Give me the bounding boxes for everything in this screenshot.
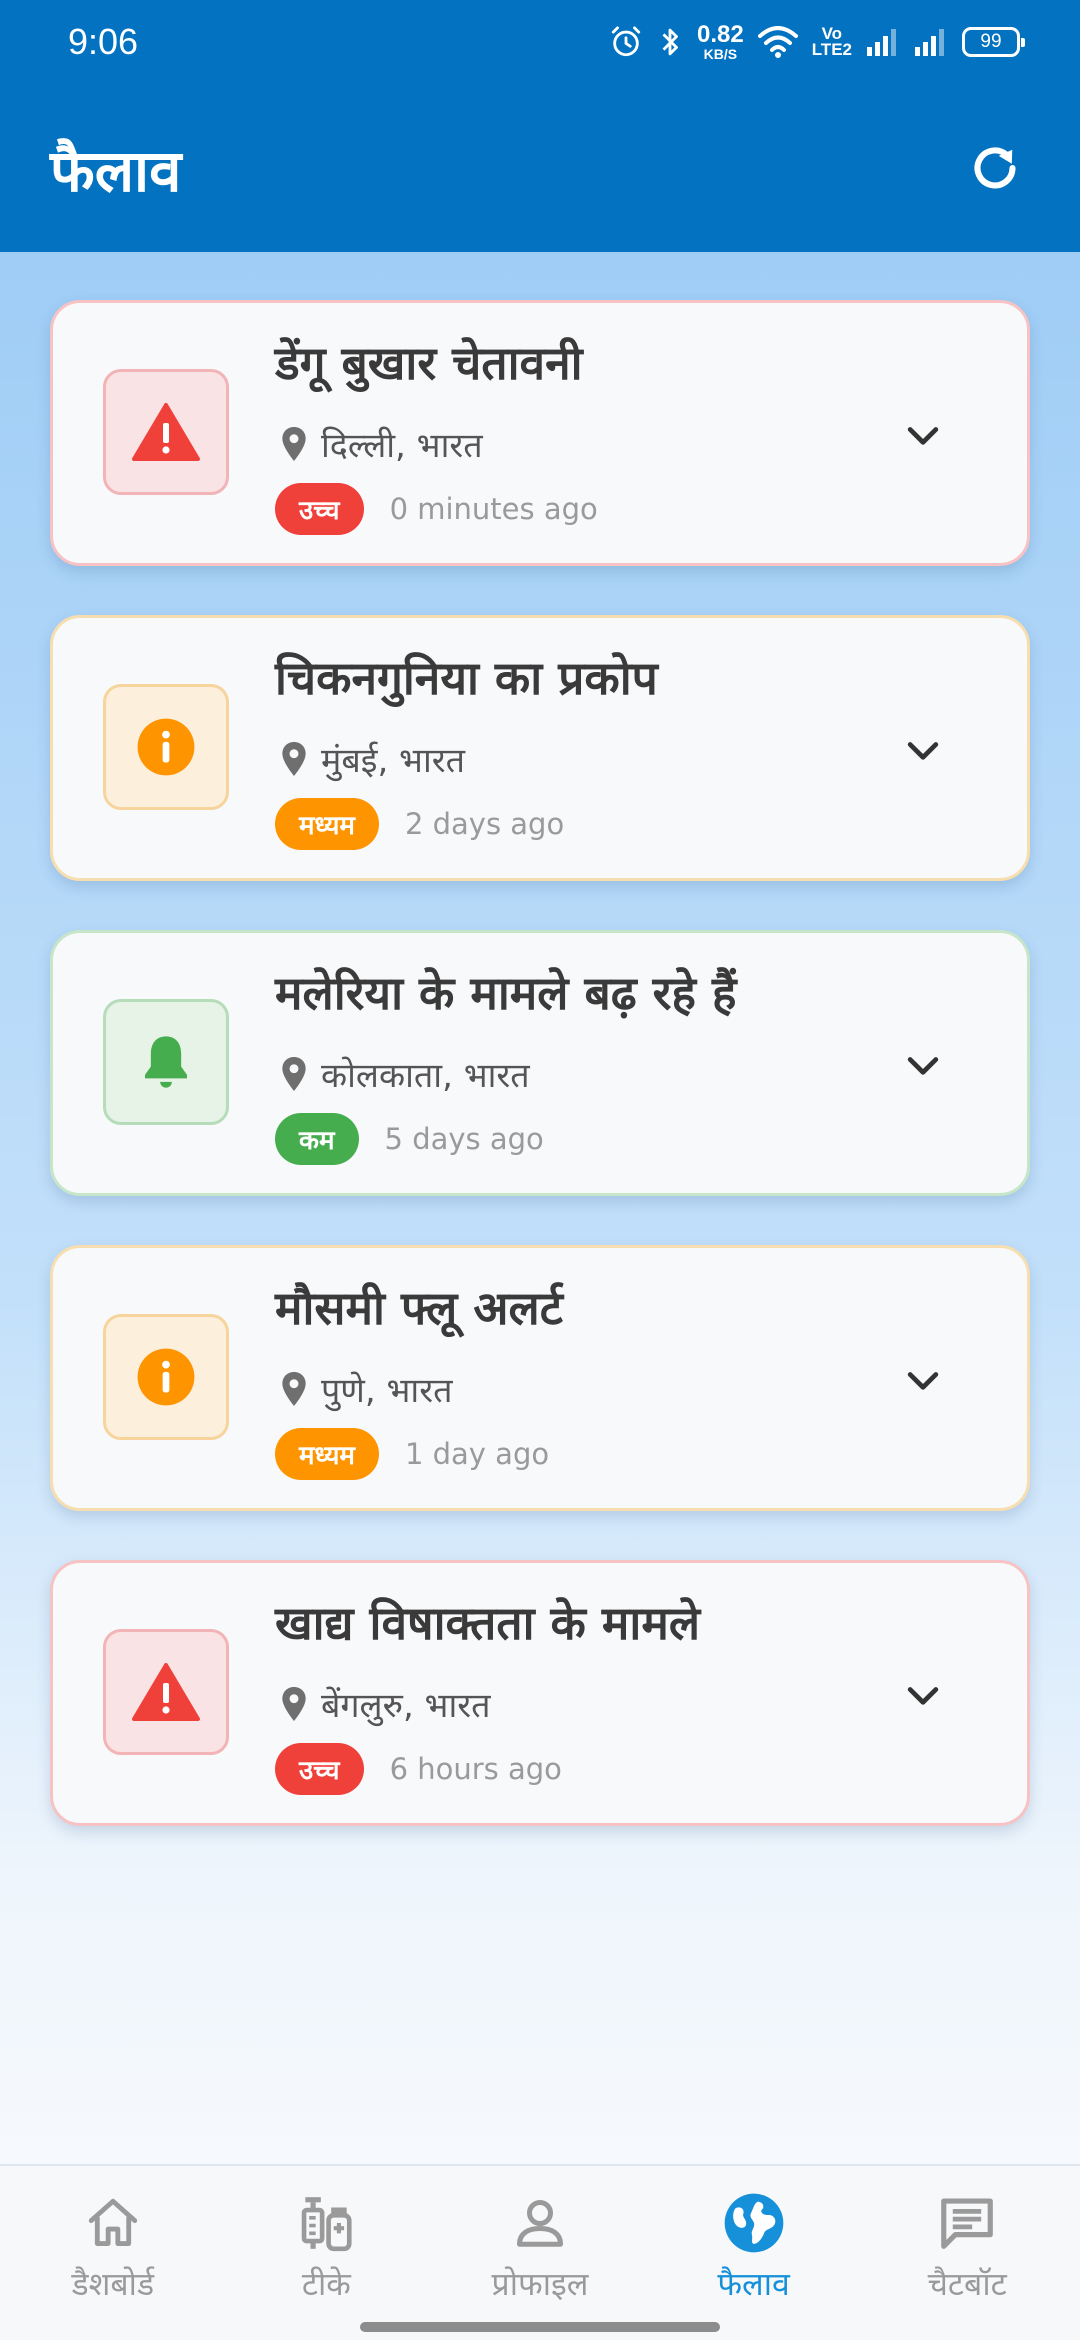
status-icons: 0.82 KB/S Vo LTE2 99	[609, 21, 1025, 62]
bluetooth-icon	[662, 28, 678, 56]
chat-icon	[941, 2198, 994, 2249]
severity-badge: मध्यम	[275, 798, 379, 850]
alert-location: दिल्ली, भारत	[281, 421, 483, 467]
alert-location-text: दिल्ली, भारत	[321, 426, 483, 466]
nav-label: टीके	[301, 2265, 351, 2303]
alert-location: बेंगलुरु, भारत	[281, 1681, 491, 1727]
alert-location-text: पुणे, भारत	[321, 1371, 453, 1411]
status-time: 9:06	[68, 21, 139, 62]
alert-meta: उच्च 6 hours ago	[275, 1743, 562, 1795]
alert-location: मुंबई, भारत	[281, 736, 465, 782]
refresh-icon	[974, 147, 1016, 189]
alert-time: 0 minutes ago	[389, 492, 598, 526]
nav-label: प्रोफाइल	[491, 2265, 589, 2303]
severity-badge: उच्च	[275, 1743, 364, 1795]
nav-label: डैशबोर्ड	[71, 2265, 155, 2303]
alert-location-text: मुंबई, भारत	[321, 741, 466, 781]
bell-icon	[145, 1036, 187, 1088]
location-pin-icon	[282, 742, 306, 776]
signal-icon-sim2	[915, 29, 944, 56]
alert-icon-box	[103, 1629, 229, 1755]
severity-badge: उच्च	[275, 483, 364, 535]
alert-meta: मध्यम 1 day ago	[275, 1428, 549, 1480]
warning-triangle-icon	[132, 1663, 200, 1721]
vaccine-icon	[302, 2197, 352, 2252]
alert-card[interactable]: खाद्य विषाक्तता के मामले बेंगलुरु, भारत …	[50, 1560, 1030, 1826]
nav-item-dashboard[interactable]: डैशबोर्ड	[6, 2166, 220, 2340]
bottom-navigation: डैशबोर्ड टीके प्रोफाइल फैलाव चैटबॉट	[0, 2164, 1080, 2340]
volte-indicator: Vo LTE2	[811, 23, 852, 59]
alarm-icon	[611, 26, 641, 57]
alert-title: मौसमी फ्लू अलर्ट	[275, 1281, 563, 1335]
alert-meta: मध्यम 2 days ago	[275, 798, 564, 850]
home-icon	[88, 2198, 137, 2246]
chevron-down-icon[interactable]	[901, 1358, 945, 1402]
alerts-list: डेंगू बुखार चेतावनी दिल्ली, भारत उच्च 0 …	[0, 252, 1080, 2164]
alert-card[interactable]: मौसमी फ्लू अलर्ट पुणे, भारत मध्यम 1 day …	[50, 1245, 1030, 1511]
app-bar: फैलाव	[0, 84, 1080, 252]
alert-time: 5 days ago	[384, 1122, 544, 1156]
warning-triangle-icon	[132, 403, 200, 461]
alert-icon-box	[103, 1314, 229, 1440]
alert-card[interactable]: डेंगू बुखार चेतावनी दिल्ली, भारत उच्च 0 …	[50, 300, 1030, 566]
nav-label: चैटबॉट	[927, 2265, 1007, 2303]
alert-time: 6 hours ago	[389, 1752, 562, 1786]
alert-time: 1 day ago	[404, 1437, 550, 1471]
alert-location-text: कोलकाता, भारत	[321, 1056, 530, 1096]
nav-label: फैलाव	[717, 2265, 790, 2303]
location-pin-icon	[282, 1057, 306, 1091]
globe-icon	[724, 2193, 783, 2253]
gesture-bar[interactable]	[360, 2322, 720, 2332]
chevron-down-icon[interactable]	[901, 728, 945, 772]
location-pin-icon	[282, 1687, 306, 1721]
wifi-icon	[757, 26, 798, 58]
alert-location-text: बेंगलुरु, भारत	[321, 1686, 491, 1726]
nav-item-vaccines[interactable]: टीके	[220, 2166, 434, 2340]
nav-item-chatbot[interactable]: चैटबॉट	[860, 2166, 1074, 2340]
info-icon	[137, 1348, 195, 1406]
page-title: फैलाव	[50, 136, 182, 205]
alert-icon-box	[103, 369, 229, 495]
status-bar: 9:06 0.82 KB/S Vo LTE2 99	[0, 0, 1080, 84]
refresh-button[interactable]	[960, 133, 1030, 203]
alert-meta: उच्च 0 minutes ago	[275, 483, 598, 535]
alert-icon-box	[103, 999, 229, 1125]
signal-icon-sim1	[867, 29, 896, 56]
alert-location: कोलकाता, भारत	[281, 1051, 530, 1097]
chevron-down-icon[interactable]	[901, 1673, 945, 1717]
network-speed: 0.82 KB/S	[696, 21, 744, 62]
alert-title: चिकनगुनिया का प्रकोप	[275, 651, 658, 705]
alert-card[interactable]: चिकनगुनिया का प्रकोप मुंबई, भारत मध्यम 2…	[50, 615, 1030, 881]
nav-item-profile[interactable]: प्रोफाइल	[433, 2166, 647, 2340]
alert-meta: कम 5 days ago	[275, 1113, 544, 1165]
severity-badge: मध्यम	[275, 1428, 379, 1480]
chevron-down-icon[interactable]	[901, 1043, 945, 1087]
alert-time: 2 days ago	[404, 807, 565, 841]
location-pin-icon	[282, 427, 306, 461]
location-pin-icon	[282, 1372, 306, 1406]
severity-badge: कम	[275, 1113, 359, 1165]
alert-location: पुणे, भारत	[281, 1366, 453, 1412]
alert-icon-box	[103, 684, 229, 810]
info-icon	[137, 718, 195, 776]
person-icon	[516, 2200, 563, 2247]
alert-title: मलेरिया के मामले बढ़ रहे हैं	[275, 966, 737, 1020]
chevron-down-icon[interactable]	[901, 413, 945, 457]
battery-indicator: 99	[962, 27, 1025, 57]
nav-item-outbreak[interactable]: फैलाव	[647, 2166, 861, 2340]
alert-card[interactable]: मलेरिया के मामले बढ़ रहे हैं कोलकाता, भा…	[50, 930, 1030, 1196]
alert-title: खाद्य विषाक्तता के मामले	[275, 1596, 701, 1650]
alert-title: डेंगू बुखार चेतावनी	[275, 336, 583, 390]
